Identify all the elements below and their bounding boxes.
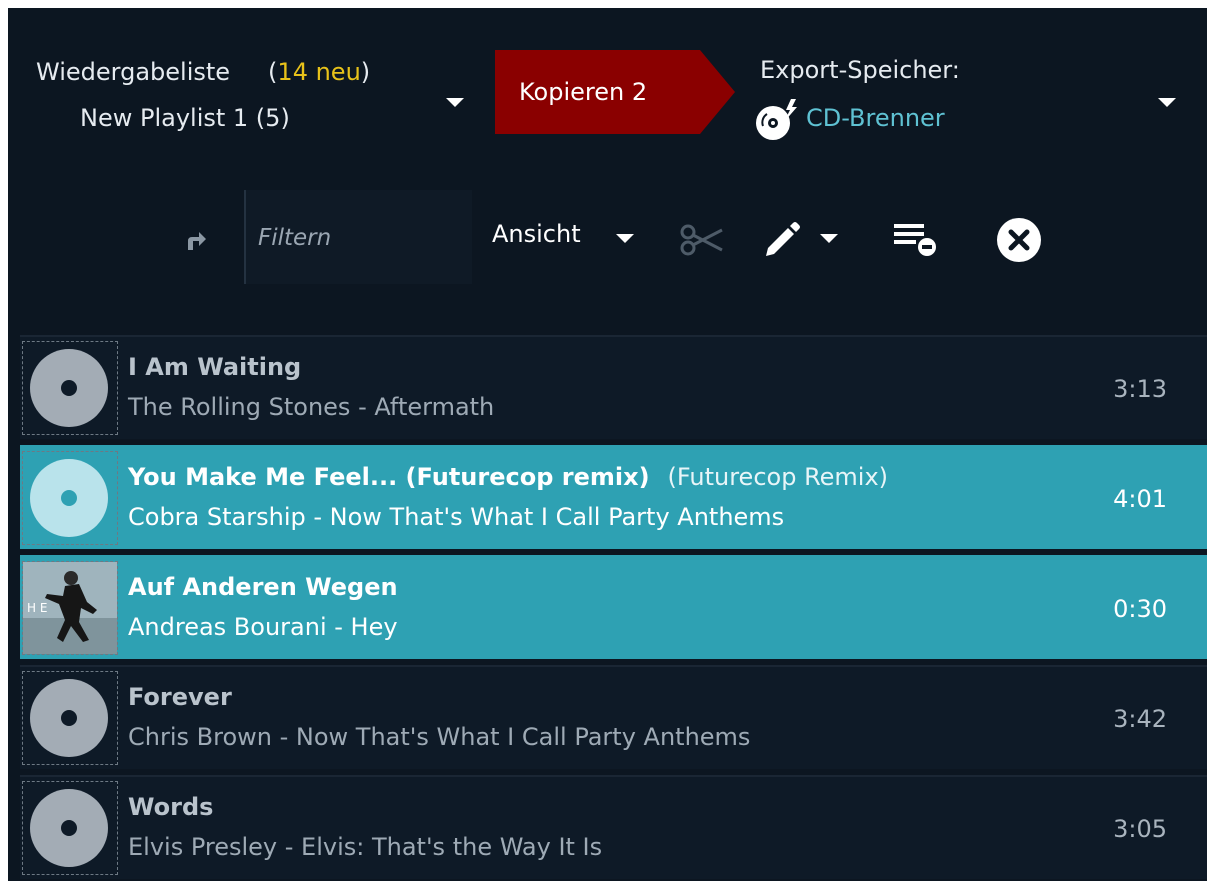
- track-row[interactable]: I Am Waiting The Rolling Stones - Afterma…: [20, 335, 1207, 439]
- track-title: You Make Me Feel... (Futurecop remix) (Fu…: [128, 463, 888, 491]
- playlist-label-line: Wiedergabeliste (14 neu): [36, 58, 370, 86]
- app-window: Wiedergabeliste (14 neu) New Playlist 1 (…: [8, 8, 1207, 881]
- track-row[interactable]: H E Auf Anderen Wegen Andreas Bourani - He…: [20, 555, 1207, 659]
- track-duration: 4:01: [1113, 485, 1167, 513]
- track-title: Forever: [128, 683, 232, 711]
- track-title: Words: [128, 793, 213, 821]
- track-title-text: Words: [128, 793, 214, 821]
- playlist-dropdown-icon[interactable]: [446, 98, 464, 107]
- cd-burner-icon: [756, 99, 797, 140]
- playlist-name: New Playlist 1 (5): [80, 104, 290, 132]
- view-dropdown-icon[interactable]: [616, 234, 634, 243]
- track-title: I Am Waiting: [128, 353, 301, 381]
- close-circle-icon[interactable]: [994, 215, 1044, 265]
- view-button[interactable]: Ansicht: [492, 220, 581, 248]
- track-artist-album: The Rolling Stones - Aftermath: [128, 393, 495, 421]
- playlist-label: Wiedergabeliste: [36, 58, 231, 86]
- track-duration: 3:05: [1113, 815, 1167, 843]
- disc-icon: [22, 781, 118, 875]
- track-title-text: I Am Waiting: [128, 353, 302, 381]
- track-version: (Futurecop Remix): [667, 463, 889, 491]
- new-count-badge: (14 neu): [268, 58, 371, 86]
- edit-dropdown-icon[interactable]: [820, 234, 838, 243]
- filter-box: [244, 190, 472, 284]
- pencil-icon[interactable]: [760, 218, 802, 260]
- track-artist-album: Andreas Bourani - Hey: [128, 613, 398, 641]
- track-title: Auf Anderen Wegen: [128, 573, 398, 601]
- track-title-text: Auf Anderen Wegen: [128, 573, 398, 601]
- svg-text:H E: H E: [27, 601, 47, 615]
- track-title-text: You Make Me Feel... (Futurecop remix): [128, 463, 650, 491]
- disc-icon: [22, 671, 118, 765]
- new-count-text: 14 neu: [277, 58, 361, 86]
- track-artist-album: Cobra Starship - Now That's What I Call …: [128, 503, 785, 531]
- list-remove-icon[interactable]: [892, 220, 938, 258]
- track-duration: 0:30: [1113, 595, 1167, 623]
- track-row[interactable]: Forever Chris Brown - Now That's What I C…: [20, 665, 1207, 769]
- track-row[interactable]: You Make Me Feel... (Futurecop remix) (Fu…: [20, 445, 1207, 549]
- album-cover: H E: [22, 561, 118, 655]
- track-artist-album: Elvis Presley - Elvis: That's the Way It…: [128, 833, 603, 861]
- view-button-label: Ansicht: [492, 220, 581, 248]
- filter-input[interactable]: [256, 220, 460, 256]
- disc-icon: [22, 341, 118, 435]
- export-title: Export-Speicher:: [760, 56, 960, 84]
- disc-icon: [22, 451, 118, 545]
- forward-arrow-icon[interactable]: [184, 230, 208, 252]
- copy-button[interactable]: Kopieren 2: [495, 50, 735, 134]
- copy-button-label: Kopieren 2: [519, 78, 648, 106]
- export-dropdown-icon[interactable]: [1158, 98, 1176, 107]
- track-title-text: Forever: [128, 683, 232, 711]
- export-device-name[interactable]: CD-Brenner: [806, 104, 945, 132]
- scissors-icon[interactable]: [680, 224, 724, 256]
- track-row[interactable]: Words Elvis Presley - Elvis: That's the W…: [20, 775, 1207, 879]
- track-duration: 3:13: [1113, 375, 1167, 403]
- track-duration: 3:42: [1113, 705, 1167, 733]
- track-artist-album: Chris Brown - Now That's What I Call Par…: [128, 723, 751, 751]
